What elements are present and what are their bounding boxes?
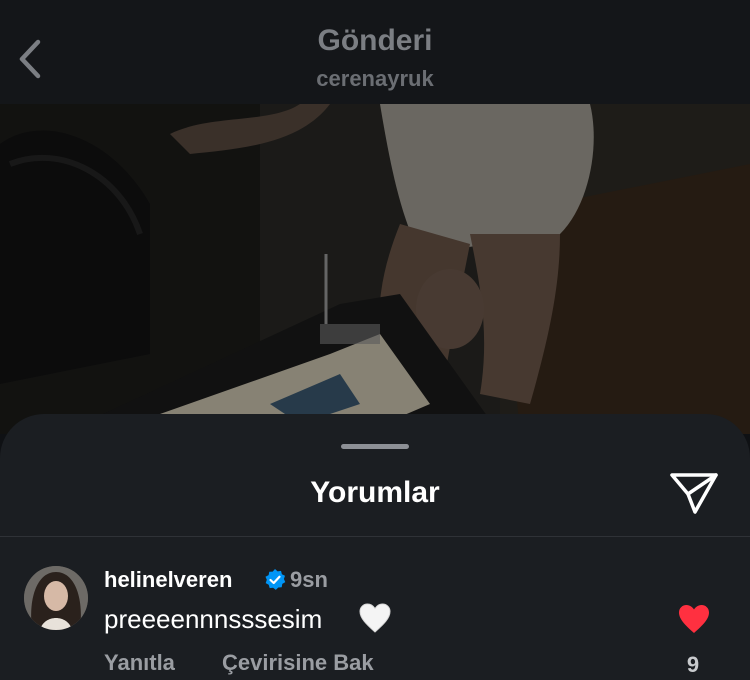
share-button[interactable] xyxy=(668,470,720,516)
post-image xyxy=(0,104,750,434)
comment-time: 9sn xyxy=(290,567,328,592)
comment-username[interactable]: helinelveren xyxy=(104,567,232,593)
comments-sheet: Yorumlar helinelveren 9sn preeeennnssses… xyxy=(0,414,750,680)
white-heart-icon xyxy=(359,603,391,633)
send-icon xyxy=(670,473,718,514)
drag-handle[interactable] xyxy=(341,444,409,449)
divider xyxy=(0,536,750,537)
post-username[interactable]: cerenayruk xyxy=(0,66,750,92)
like-heart-icon[interactable] xyxy=(677,603,711,635)
comment-text: preeeennnsssesim xyxy=(104,604,323,634)
sheet-title: Yorumlar xyxy=(310,476,440,509)
translate-button[interactable]: Çevirisine Bak xyxy=(222,650,374,676)
page-title: Gönderi xyxy=(317,24,433,57)
avatar[interactable] xyxy=(24,566,88,630)
reply-button[interactable]: Yanıtla xyxy=(104,650,175,676)
like-count: 9 xyxy=(686,652,700,677)
verified-badge-icon xyxy=(265,569,286,590)
top-bar: Gönderi cerenayruk xyxy=(0,0,750,104)
